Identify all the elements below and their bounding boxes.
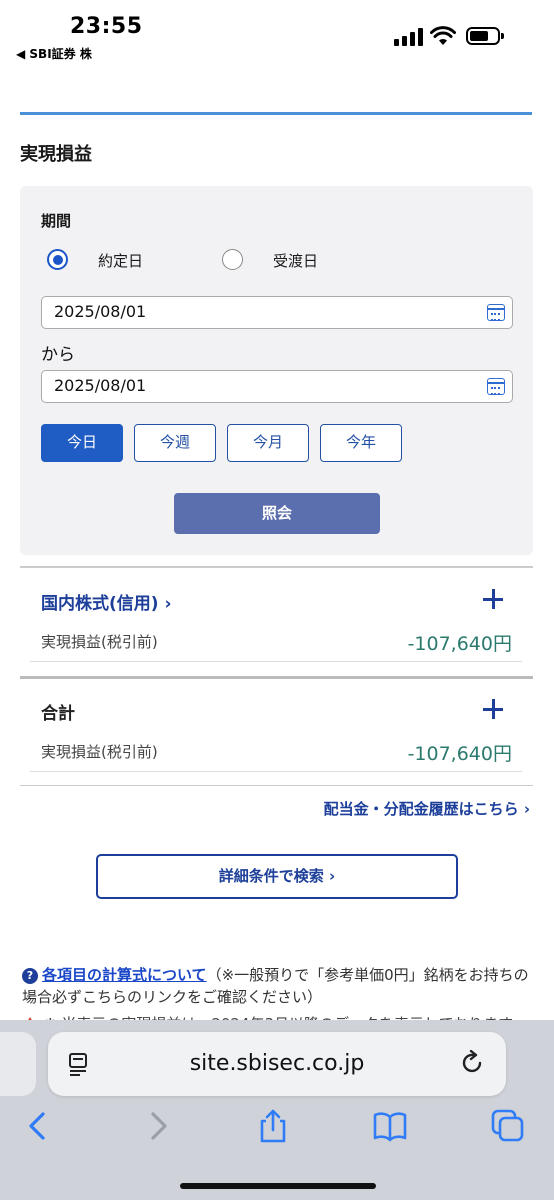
realized-pl-value: -107,640円 (407, 633, 512, 655)
bookmarks-icon[interactable] (372, 1108, 408, 1144)
reload-icon[interactable] (460, 1050, 486, 1076)
expand-plus-icon[interactable] (483, 699, 503, 719)
period-label: 期間 (41, 212, 72, 230)
browser-toolbar: site.sbisec.co.jp (0, 1020, 554, 1200)
section-divider (20, 785, 533, 786)
previous-tab-preview[interactable] (0, 1032, 36, 1096)
radio-trade-date[interactable] (47, 249, 68, 270)
url-text[interactable]: site.sbisec.co.jp (48, 1051, 506, 1076)
date-range-from-label: から (41, 345, 75, 365)
wifi-icon (430, 26, 456, 45)
this-month-button[interactable]: 今月 (227, 424, 309, 462)
realized-pl-label: 実現損益(税引前) (41, 633, 158, 651)
detail-search-button[interactable]: 詳細条件で検索 › (96, 854, 458, 899)
status-bar: 23:55 ◀ SBI証券 株 (0, 0, 554, 70)
date-to-value: 2025/08/01 (54, 376, 147, 395)
expand-plus-icon[interactable] (483, 589, 503, 609)
forward-icon[interactable] (140, 1108, 176, 1144)
filter-panel: 期間 約定日 受渡日 2025/08/01 から 2025/08/01 今日 今… (20, 186, 533, 555)
dividend-history-link[interactable]: 配当金・分配金履歴はこちら › (324, 798, 530, 819)
radio-trade-date-label[interactable]: 約定日 (98, 250, 143, 271)
help-icon: ? (22, 968, 38, 984)
calendar-icon[interactable] (487, 378, 505, 395)
search-button[interactable]: 照会 (174, 493, 380, 534)
radio-settlement-date[interactable] (222, 249, 243, 270)
total-realized-pl-value: -107,640円 (407, 743, 512, 765)
cellular-signal-icon (394, 28, 423, 46)
status-time: 23:55 (70, 14, 143, 39)
this-week-button[interactable]: 今週 (134, 424, 216, 462)
back-to-app-link[interactable]: ◀ SBI証券 株 (16, 45, 92, 62)
header-divider (20, 112, 532, 115)
date-to-input[interactable]: 2025/08/01 (41, 370, 513, 403)
row-divider (30, 771, 522, 772)
calculation-note: ? 各項目の計算式について（※一般預りで「参考単価0円」銘柄をお持ちの場合必ずこち… (22, 964, 532, 1008)
section-divider (20, 566, 533, 568)
total-title: 合計 (41, 704, 75, 724)
date-from-value: 2025/08/01 (54, 302, 147, 321)
date-from-input[interactable]: 2025/08/01 (41, 296, 513, 329)
calculation-formula-link[interactable]: 各項目の計算式について (42, 966, 207, 984)
home-indicator (180, 1183, 376, 1189)
calendar-icon[interactable] (487, 304, 505, 321)
radio-settlement-date-label[interactable]: 受渡日 (273, 250, 318, 271)
total-realized-pl-label: 実現損益(税引前) (41, 743, 158, 761)
address-bar[interactable]: site.sbisec.co.jp (48, 1032, 506, 1096)
this-year-button[interactable]: 今年 (320, 424, 402, 462)
today-button[interactable]: 今日 (41, 424, 123, 462)
battery-icon (466, 27, 504, 45)
row-divider (30, 661, 522, 662)
section-divider (20, 676, 533, 679)
domestic-margin-link[interactable]: 国内株式(信用) › (41, 589, 171, 614)
tabs-icon[interactable] (490, 1108, 526, 1144)
page-title: 実現損益 (20, 144, 92, 165)
share-icon[interactable] (255, 1108, 291, 1144)
back-icon[interactable] (20, 1108, 56, 1144)
